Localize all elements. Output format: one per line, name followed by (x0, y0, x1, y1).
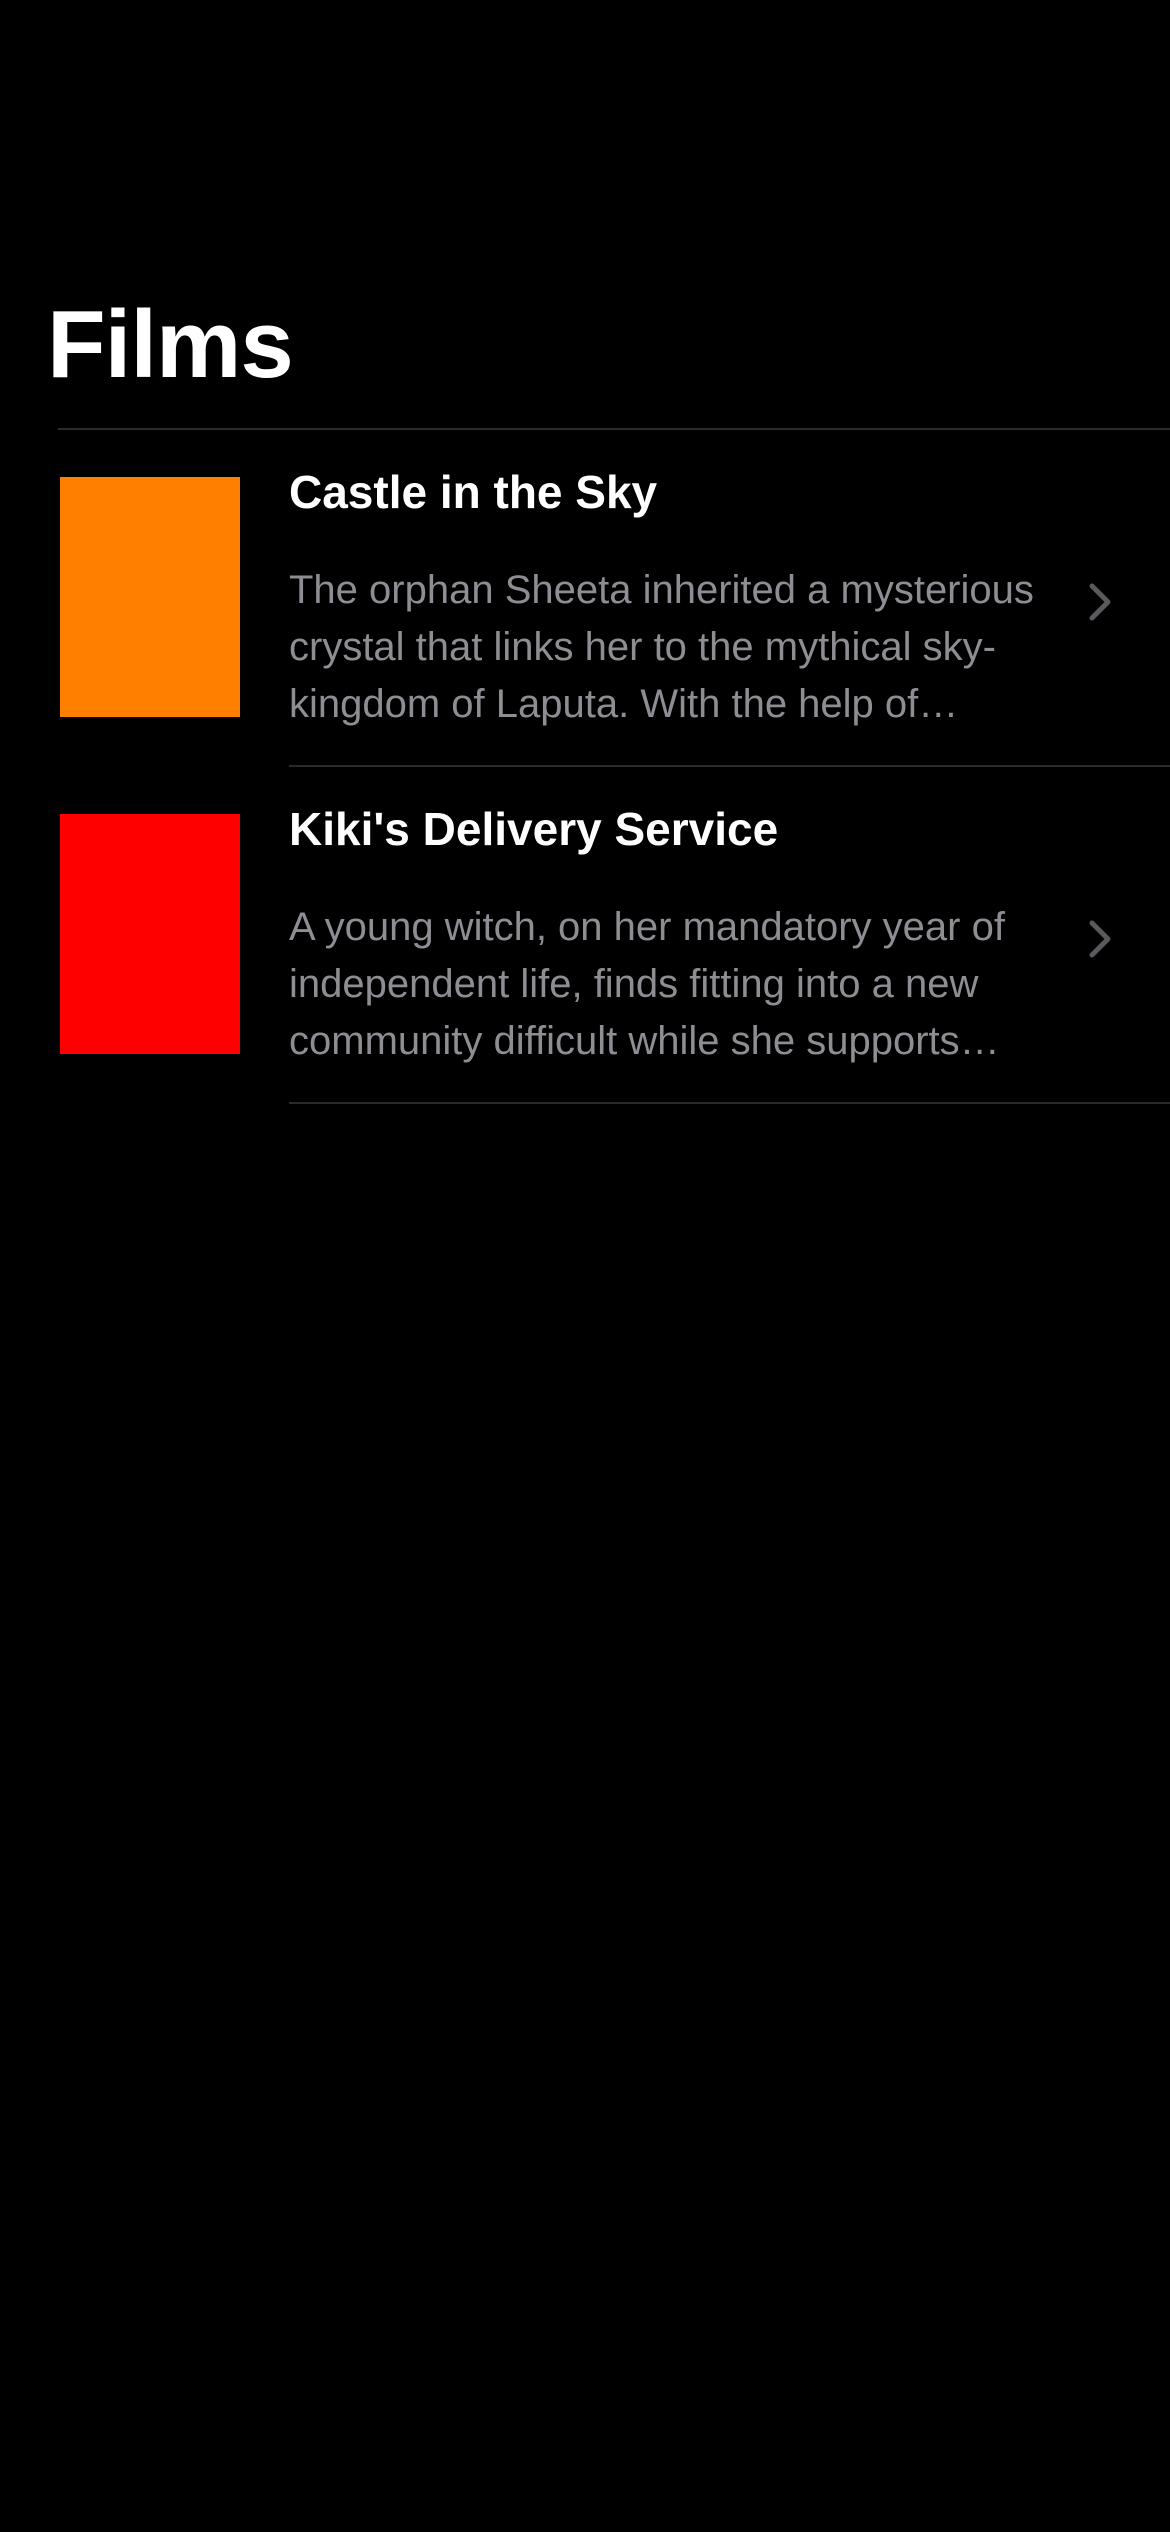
film-poster (60, 477, 240, 717)
film-title: Castle in the Sky (289, 466, 658, 518)
row-divider (289, 1102, 1170, 1104)
film-poster (60, 814, 240, 1054)
page-title: Films (47, 291, 294, 398)
film-title: Kiki's Delivery Service (289, 803, 779, 855)
film-description: A young witch, on her mandatory year of … (289, 905, 1005, 1063)
film-description: The orphan Sheeta inherited a mysterious… (289, 568, 1034, 726)
film-row[interactable]: Kiki's Delivery Service A young witch, o… (0, 767, 1170, 1104)
chevron-right-icon (1089, 920, 1111, 958)
film-row[interactable]: Castle in the Sky The orphan Sheeta inhe… (0, 430, 1170, 767)
film-list: Castle in the Sky The orphan Sheeta inhe… (0, 430, 1170, 1104)
chevron-right-icon (1089, 583, 1111, 621)
